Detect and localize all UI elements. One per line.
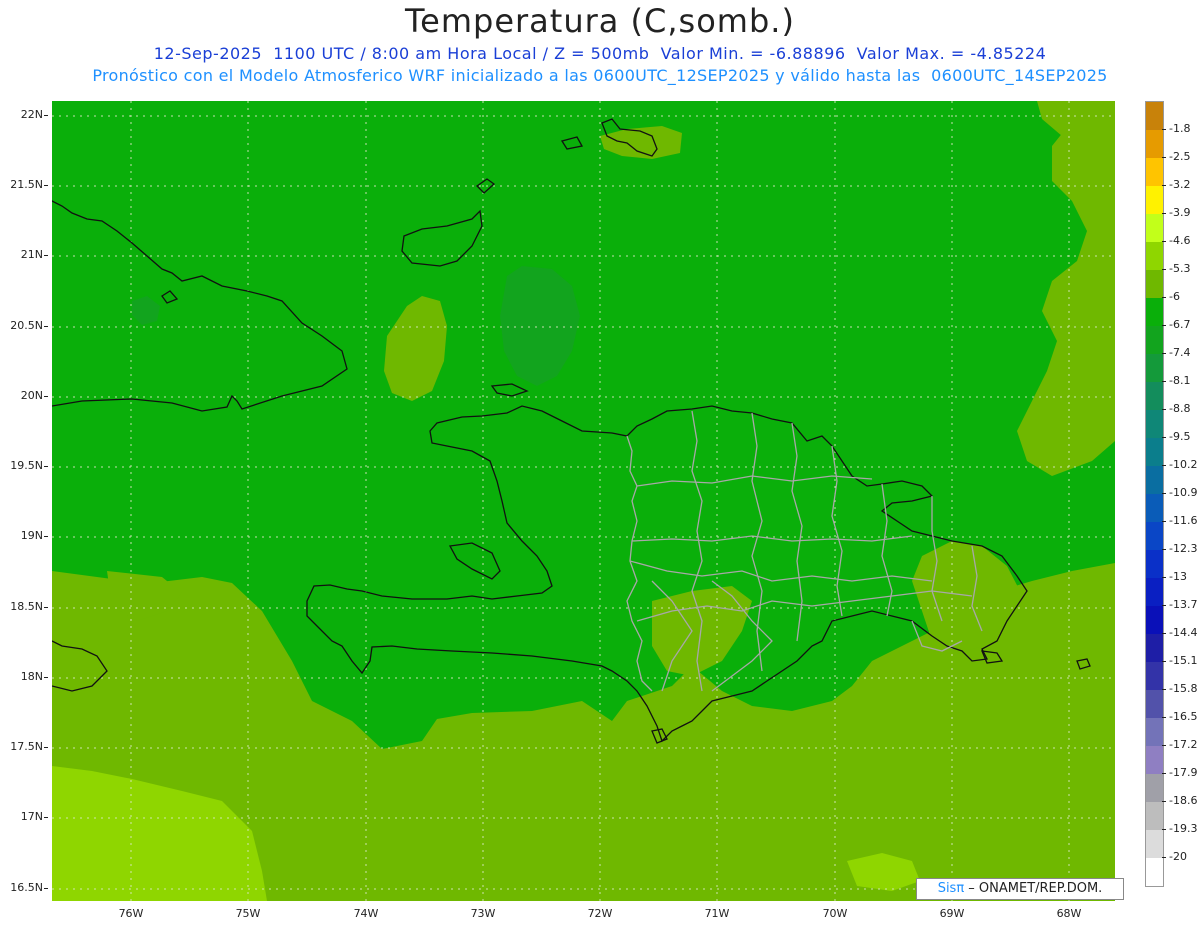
legend-label: -7.4 [1166, 346, 1190, 359]
legend-label: -10.2 [1166, 458, 1197, 471]
legend-swatch [1146, 550, 1163, 578]
legend-swatch [1146, 606, 1163, 634]
legend-swatch [1146, 186, 1163, 214]
legend-label: -1.8 [1166, 122, 1190, 135]
legend-swatch [1146, 242, 1163, 270]
legend-swatch [1146, 830, 1163, 858]
lat-label-18-5n: 18.5N [2, 600, 48, 613]
lat-label-21-5n: 21.5N [2, 178, 48, 191]
legend-label: -16.5 [1166, 710, 1197, 723]
legend-label: -13.7 [1166, 598, 1197, 611]
lon-label-69w: 69W [939, 907, 965, 920]
credit-brand: Sisπ [937, 881, 965, 896]
lat-label-19n: 19N [2, 529, 48, 542]
lat-label-17-5n: 17.5N [2, 740, 48, 753]
legend-swatch [1146, 270, 1163, 298]
map-panel [52, 101, 1115, 901]
legend-label: -9.5 [1166, 430, 1190, 443]
legend-label: -4.6 [1166, 234, 1190, 247]
legend-swatch [1146, 522, 1163, 550]
subtitle-valid-time: 12-Sep-2025 1100 UTC / 8:00 am Hora Loca… [153, 44, 1047, 63]
legend-label: -19.3 [1166, 822, 1197, 835]
legend-label: -14.4 [1166, 626, 1197, 639]
legend-swatch [1146, 494, 1163, 522]
lon-label-74w: 74W [353, 907, 379, 920]
lat-label-19-5n: 19.5N [2, 459, 48, 472]
lon-label-75w: 75W [235, 907, 261, 920]
legend-swatch [1146, 354, 1163, 382]
legend-swatch [1146, 858, 1163, 886]
legend-label: -6 [1166, 290, 1180, 303]
lon-label-70w: 70W [822, 907, 848, 920]
legend-label: -17.9 [1166, 766, 1197, 779]
legend-label: -5.3 [1166, 262, 1190, 275]
legend-swatch [1146, 662, 1163, 690]
legend-label: -2.5 [1166, 150, 1190, 163]
legend-swatch [1146, 634, 1163, 662]
legend-swatch [1146, 438, 1163, 466]
legend-swatch [1146, 690, 1163, 718]
legend-swatch [1146, 466, 1163, 494]
legend-label: -8.1 [1166, 374, 1190, 387]
lat-label-21n: 21N [2, 248, 48, 261]
legend-label: -11.6 [1166, 514, 1197, 527]
lat-label-17n: 17N [2, 810, 48, 823]
lat-label-20n: 20N [2, 389, 48, 402]
lon-label-76w: 76W [118, 907, 144, 920]
chart-title: Temperatura (C,somb.) [405, 2, 795, 40]
lat-label-18n: 18N [2, 670, 48, 683]
legend-label: -3.9 [1166, 206, 1190, 219]
legend-label: -8.8 [1166, 402, 1190, 415]
legend-label: -12.3 [1166, 542, 1197, 555]
subtitle-model-info: Pronóstico con el Modelo Atmosferico WRF… [92, 66, 1108, 85]
legend-swatch [1146, 382, 1163, 410]
lon-label-68w: 68W [1056, 907, 1082, 920]
legend-label: -13 [1166, 570, 1187, 583]
legend-swatch [1146, 718, 1163, 746]
temperature-map [52, 101, 1115, 901]
credit-text: – ONAMET/REP.DOM. [964, 881, 1103, 896]
legend-label: -10.9 [1166, 486, 1197, 499]
legend-swatch [1146, 298, 1163, 326]
lat-label-22n: 22N [2, 108, 48, 121]
lat-label-20-5n: 20.5N [2, 319, 48, 332]
legend-label: -18.6 [1166, 794, 1197, 807]
legend-swatch [1146, 102, 1163, 130]
legend-swatch [1146, 410, 1163, 438]
legend-label: -6.7 [1166, 318, 1190, 331]
legend-label: -17.2 [1166, 738, 1197, 751]
legend-label: -15.8 [1166, 682, 1197, 695]
legend-swatch [1146, 802, 1163, 830]
legend-swatch [1146, 774, 1163, 802]
lat-label-16-5n: 16.5N [2, 881, 48, 894]
lon-label-71w: 71W [704, 907, 730, 920]
legend-swatch [1146, 158, 1163, 186]
legend-swatch [1146, 746, 1163, 774]
legend-label: -20 [1166, 850, 1187, 863]
lon-label-72w: 72W [587, 907, 613, 920]
legend-swatch [1146, 326, 1163, 354]
lon-label-73w: 73W [470, 907, 496, 920]
legend-label: -15.1 [1166, 654, 1197, 667]
legend-swatch [1146, 578, 1163, 606]
credit-box: Sisπ – ONAMET/REP.DOM. [916, 878, 1124, 900]
legend-swatch [1146, 130, 1163, 158]
color-legend-bar [1145, 101, 1164, 887]
legend-label: -3.2 [1166, 178, 1190, 191]
legend-swatch [1146, 214, 1163, 242]
